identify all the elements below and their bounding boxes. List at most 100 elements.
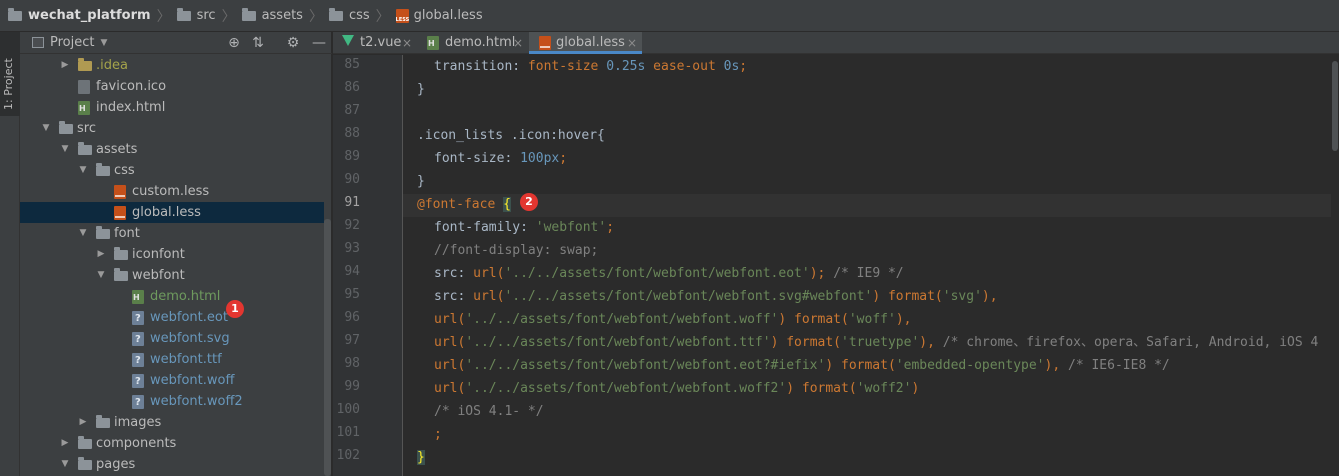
html-file-icon bbox=[427, 33, 439, 55]
tree-item-src[interactable]: ▼ src bbox=[20, 118, 324, 139]
chevron-down-icon[interactable]: ▼ bbox=[60, 454, 70, 475]
tree-item-demo-html[interactable]: demo.html bbox=[20, 286, 324, 308]
project-tool-button[interactable]: 1: Project bbox=[0, 32, 20, 116]
folder-icon bbox=[78, 436, 92, 449]
line-number: 101 bbox=[336, 425, 360, 440]
chevron-right-icon[interactable]: ▶ bbox=[60, 55, 70, 76]
caret-row-highlight bbox=[403, 194, 1339, 217]
image-file-icon bbox=[78, 80, 90, 94]
folder-icon bbox=[59, 121, 73, 134]
editor-gutter[interactable]: 85 86 87 88 89 90 91 92 93 94 95 96 97 9… bbox=[333, 55, 414, 476]
line-number: 89 bbox=[344, 149, 360, 164]
breadcrumb-project[interactable]: wechat_platform bbox=[8, 0, 151, 31]
line-number: 87 bbox=[344, 103, 360, 118]
chevron-down-icon[interactable]: ▼ bbox=[96, 265, 106, 286]
tree-item-webfont-eot[interactable]: webfont.eot bbox=[20, 307, 324, 329]
line-number: 93 bbox=[344, 241, 360, 256]
tree-item-components[interactable]: ▶ components bbox=[20, 433, 324, 454]
chevron-down-icon[interactable]: ▼ bbox=[78, 223, 88, 244]
line-number: 85 bbox=[344, 57, 360, 72]
tab-demo-html[interactable]: demo.html × bbox=[418, 32, 528, 55]
chevron-down-icon[interactable]: ▼ bbox=[60, 139, 70, 160]
tree-item-index-html[interactable]: index.html bbox=[20, 97, 324, 119]
project-panel-header: Project ▼ ⊕ ⇅ ⚙ — bbox=[20, 32, 332, 54]
tree-item-custom-less[interactable]: custom.less bbox=[20, 181, 324, 202]
line-number: 97 bbox=[344, 333, 360, 348]
breadcrumb-separator: 〉 bbox=[221, 8, 236, 25]
code-line: .icon_lists .icon:hover{ bbox=[417, 128, 605, 143]
folder-icon bbox=[96, 226, 110, 239]
code-line: } bbox=[417, 450, 425, 465]
line-number: 96 bbox=[344, 310, 360, 325]
tree-item-webfont-ttf[interactable]: webfont.ttf bbox=[20, 349, 324, 371]
tree-item-pages[interactable]: ▼ pages bbox=[20, 454, 324, 475]
code-editor[interactable]: transition: font-size 0.25s ease-out 0s;… bbox=[403, 55, 1339, 476]
line-number: 98 bbox=[344, 356, 360, 371]
scrollbar-thumb[interactable] bbox=[1332, 61, 1338, 151]
folder-icon bbox=[96, 163, 110, 176]
gear-icon[interactable]: ⚙ bbox=[285, 35, 301, 51]
tab-t2-vue[interactable]: t2.vue × bbox=[333, 32, 417, 54]
chevron-right-icon[interactable]: ▶ bbox=[60, 433, 70, 454]
code-line: ; bbox=[434, 427, 442, 442]
line-number: 90 bbox=[344, 172, 360, 187]
tree-item-webfont-woff2[interactable]: webfont.woff2 bbox=[20, 391, 324, 413]
folder-icon bbox=[8, 7, 22, 21]
tool-window-stripe: 1: Project bbox=[0, 32, 20, 476]
close-icon[interactable]: × bbox=[402, 32, 412, 54]
hide-icon[interactable]: — bbox=[311, 35, 327, 51]
breadcrumb-file[interactable]: global.less bbox=[395, 0, 483, 31]
close-icon[interactable]: × bbox=[627, 32, 637, 54]
code-line: font-family: 'webfont'; bbox=[434, 220, 615, 235]
unknown-file-icon bbox=[132, 329, 144, 350]
locate-icon[interactable]: ⊕ bbox=[226, 35, 242, 51]
tree-item-images[interactable]: ▶ images bbox=[20, 412, 324, 433]
tree-item-webfont-woff[interactable]: webfont.woff bbox=[20, 370, 324, 392]
tree-item-webfont[interactable]: ▼ webfont bbox=[20, 265, 324, 286]
breadcrumb: wechat_platform 〉 src 〉 assets 〉 css 〉 g… bbox=[0, 0, 1339, 32]
project-panel: Project ▼ ⊕ ⇅ ⚙ — ▶ .idea favicon.ico in… bbox=[20, 32, 332, 476]
breadcrumb-separator: 〉 bbox=[156, 8, 171, 25]
close-icon[interactable]: × bbox=[513, 32, 523, 54]
tree-item-webfont-svg[interactable]: webfont.svg bbox=[20, 328, 324, 350]
code-line: src: url('../../assets/font/webfont/webf… bbox=[434, 266, 904, 281]
line-number: 92 bbox=[344, 218, 360, 233]
less-file-icon bbox=[114, 206, 126, 220]
html-file-icon bbox=[132, 287, 144, 308]
tree-item-css[interactable]: ▼ css bbox=[20, 160, 324, 181]
tree-item-idea[interactable]: ▶ .idea bbox=[20, 55, 324, 76]
folder-icon bbox=[176, 7, 191, 21]
folder-icon bbox=[241, 7, 256, 21]
tree-item-favicon[interactable]: favicon.ico bbox=[20, 76, 324, 97]
breadcrumb-src[interactable]: src bbox=[176, 0, 216, 31]
editor-scrollbar[interactable] bbox=[1331, 55, 1339, 476]
chevron-down-icon[interactable]: ▼ bbox=[41, 118, 51, 139]
tree-scrollbar[interactable] bbox=[324, 219, 331, 476]
annotation-badge: 1 bbox=[226, 300, 244, 318]
tree-item-assets[interactable]: ▼ assets bbox=[20, 139, 324, 160]
folder-icon bbox=[96, 415, 110, 428]
code-line: } bbox=[417, 174, 425, 189]
folder-icon bbox=[78, 142, 92, 155]
unknown-file-icon bbox=[132, 350, 144, 371]
tree-item-global-less[interactable]: global.less bbox=[20, 202, 324, 223]
chevron-right-icon[interactable]: ▶ bbox=[96, 244, 106, 265]
project-view-selector[interactable]: Project bbox=[50, 35, 94, 50]
less-file-icon bbox=[539, 36, 551, 50]
breadcrumb-css[interactable]: css bbox=[328, 0, 370, 31]
chevron-down-icon[interactable]: ▼ bbox=[100, 38, 107, 48]
breadcrumb-separator: 〉 bbox=[308, 8, 323, 25]
breadcrumb-assets[interactable]: assets bbox=[241, 0, 303, 31]
tree-item-font[interactable]: ▼ font bbox=[20, 223, 324, 244]
breadcrumb-separator: 〉 bbox=[375, 8, 390, 25]
tab-global-less[interactable]: global.less × bbox=[529, 32, 642, 54]
folder-icon bbox=[78, 457, 92, 470]
unknown-file-icon bbox=[132, 392, 144, 413]
chevron-right-icon[interactable]: ▶ bbox=[78, 412, 88, 433]
vue-file-icon bbox=[342, 35, 354, 46]
tree-item-iconfont[interactable]: ▶ iconfont bbox=[20, 244, 324, 265]
collapse-all-icon[interactable]: ⇅ bbox=[250, 35, 266, 51]
chevron-down-icon[interactable]: ▼ bbox=[78, 160, 88, 181]
code-line: //font-display: swap; bbox=[434, 243, 599, 258]
line-number: 95 bbox=[344, 287, 360, 302]
